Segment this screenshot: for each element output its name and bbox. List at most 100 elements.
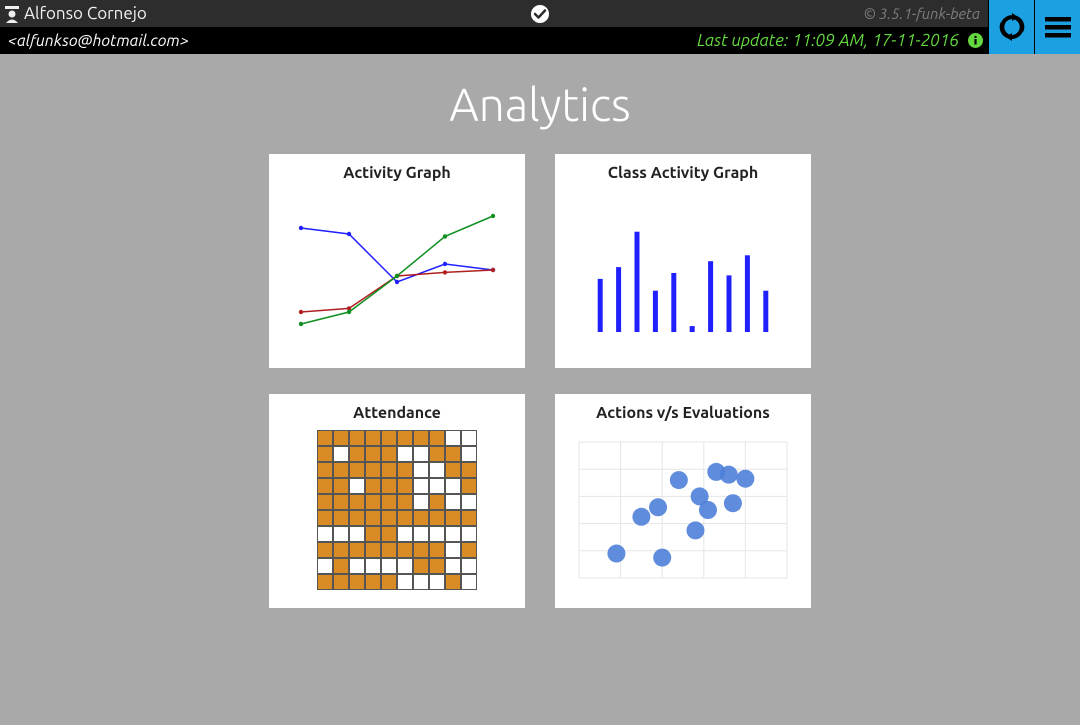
info-icon[interactable] bbox=[967, 32, 984, 49]
attendance-cell bbox=[365, 542, 381, 558]
hamburger-icon bbox=[1042, 11, 1074, 43]
attendance-cell bbox=[445, 494, 461, 510]
attendance-cell bbox=[461, 462, 477, 478]
attendance-cell bbox=[349, 446, 365, 462]
attendance-cell bbox=[429, 558, 445, 574]
attendance-cell bbox=[381, 526, 397, 542]
attendance-cell bbox=[445, 574, 461, 590]
attendance-cell bbox=[365, 430, 381, 446]
attendance-cell bbox=[429, 526, 445, 542]
attendance-cell bbox=[333, 558, 349, 574]
attendance-cell bbox=[317, 510, 333, 526]
main-content: Analytics Activity Graph Class Activity … bbox=[0, 54, 1080, 725]
attendance-cell bbox=[413, 430, 429, 446]
attendance-cell bbox=[333, 510, 349, 526]
attendance-cell bbox=[397, 574, 413, 590]
attendance-cell bbox=[461, 558, 477, 574]
card-actions-evaluations[interactable]: Actions v/s Evaluations bbox=[555, 394, 811, 608]
user-icon bbox=[4, 5, 20, 23]
attendance-cell bbox=[461, 494, 477, 510]
attendance-cell bbox=[429, 510, 445, 526]
card-title-activity: Activity Graph bbox=[281, 164, 513, 182]
attendance-cell bbox=[349, 430, 365, 446]
attendance-cell bbox=[381, 510, 397, 526]
chart-actions-eval bbox=[567, 430, 799, 590]
attendance-cell bbox=[381, 574, 397, 590]
card-title-class-activity: Class Activity Graph bbox=[567, 164, 799, 182]
attendance-cell bbox=[349, 462, 365, 478]
attendance-cell bbox=[317, 446, 333, 462]
attendance-cell bbox=[349, 558, 365, 574]
attendance-cell bbox=[397, 526, 413, 542]
attendance-cell bbox=[413, 446, 429, 462]
attendance-cell bbox=[461, 446, 477, 462]
attendance-cell bbox=[413, 510, 429, 526]
attendance-cell bbox=[461, 542, 477, 558]
attendance-cell bbox=[365, 574, 381, 590]
attendance-cell bbox=[349, 542, 365, 558]
attendance-cell bbox=[317, 478, 333, 494]
attendance-cell bbox=[429, 446, 445, 462]
chart-class-activity bbox=[567, 190, 799, 350]
attendance-cell bbox=[381, 558, 397, 574]
attendance-cell bbox=[429, 542, 445, 558]
attendance-cell bbox=[445, 558, 461, 574]
card-activity-graph[interactable]: Activity Graph bbox=[269, 154, 525, 368]
attendance-cell bbox=[429, 574, 445, 590]
attendance-cell bbox=[381, 430, 397, 446]
attendance-cell bbox=[413, 478, 429, 494]
attendance-cell bbox=[317, 574, 333, 590]
attendance-cell bbox=[397, 542, 413, 558]
menu-button[interactable] bbox=[1034, 0, 1080, 54]
attendance-cell bbox=[445, 430, 461, 446]
attendance-cell bbox=[365, 446, 381, 462]
attendance-cell bbox=[317, 462, 333, 478]
card-title-actions-eval: Actions v/s Evaluations bbox=[567, 404, 799, 422]
attendance-cell bbox=[429, 430, 445, 446]
card-attendance[interactable]: Attendance bbox=[269, 394, 525, 608]
attendance-cell bbox=[317, 430, 333, 446]
attendance-cell bbox=[365, 462, 381, 478]
user-email: <alfunkso@hotmail.com> bbox=[4, 32, 189, 50]
attendance-cell bbox=[413, 462, 429, 478]
attendance-cell bbox=[397, 430, 413, 446]
card-class-activity-graph[interactable]: Class Activity Graph bbox=[555, 154, 811, 368]
version-label: © 3.5.1-funk-beta bbox=[864, 5, 984, 22]
attendance-cell bbox=[381, 462, 397, 478]
refresh-button[interactable] bbox=[988, 0, 1034, 54]
attendance-cell bbox=[317, 542, 333, 558]
attendance-cell bbox=[461, 526, 477, 542]
attendance-cell bbox=[445, 478, 461, 494]
attendance-cell bbox=[381, 494, 397, 510]
attendance-cell bbox=[317, 494, 333, 510]
attendance-cell bbox=[333, 462, 349, 478]
attendance-cell bbox=[413, 542, 429, 558]
attendance-cell bbox=[365, 478, 381, 494]
chart-activity bbox=[281, 190, 513, 350]
attendance-cell bbox=[333, 478, 349, 494]
attendance-cell bbox=[445, 446, 461, 462]
attendance-cell bbox=[429, 478, 445, 494]
attendance-cell bbox=[413, 526, 429, 542]
attendance-cell bbox=[461, 510, 477, 526]
attendance-cell bbox=[397, 510, 413, 526]
chart-attendance bbox=[281, 430, 513, 590]
attendance-cell bbox=[397, 446, 413, 462]
attendance-cell bbox=[333, 526, 349, 542]
attendance-cell bbox=[429, 462, 445, 478]
last-update: Last update: 11:09 AM, 17-11-2016 bbox=[697, 31, 963, 50]
attendance-cell bbox=[349, 510, 365, 526]
attendance-cell bbox=[349, 574, 365, 590]
attendance-cell bbox=[445, 510, 461, 526]
attendance-cell bbox=[317, 526, 333, 542]
attendance-cell bbox=[397, 558, 413, 574]
attendance-cell bbox=[445, 462, 461, 478]
attendance-cell bbox=[397, 462, 413, 478]
check-badge-icon bbox=[530, 4, 550, 24]
topbar-buttons bbox=[988, 0, 1080, 54]
attendance-cell bbox=[461, 478, 477, 494]
attendance-cell bbox=[349, 526, 365, 542]
attendance-cell bbox=[333, 542, 349, 558]
attendance-cell bbox=[445, 526, 461, 542]
attendance-cell bbox=[397, 494, 413, 510]
